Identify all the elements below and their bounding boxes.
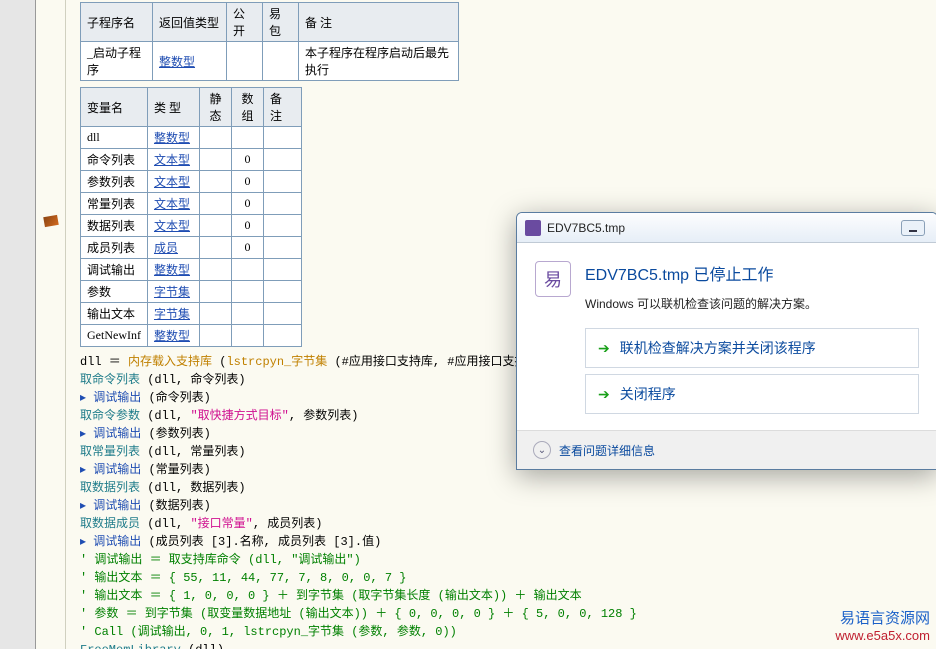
marker-gutter (36, 0, 66, 649)
table-row[interactable]: 常量列表文本型0 (81, 193, 302, 215)
col-static: 静态 (199, 88, 231, 127)
dialog-message: Windows 可以联机检查该问题的解决方案。 (585, 295, 919, 312)
option-close-program[interactable]: ➔ 关闭程序 (585, 374, 919, 414)
table-row[interactable]: dll整数型 (81, 127, 302, 149)
col-return-type: 返回值类型 (153, 3, 227, 42)
col-remark: 备 注 (299, 3, 459, 42)
table-row[interactable]: 成员列表成员0 (81, 237, 302, 259)
dialog-footer[interactable]: ⌄ 查看问题详细信息 (517, 430, 936, 469)
arrow-right-icon: ➔ (598, 386, 610, 403)
breakpoint-indicator[interactable] (43, 215, 59, 227)
col-remark: 备 注 (263, 88, 301, 127)
view-details-link[interactable]: 查看问题详细信息 (559, 442, 655, 459)
arrow-right-icon: ➔ (598, 340, 610, 357)
subroutine-table[interactable]: 子程序名 返回值类型 公开 易包 备 注 _启动子程序 整数型 本子程序在程序启… (80, 2, 459, 81)
fold-arrow-icon[interactable]: ▸ (80, 463, 93, 477)
dialog-titlebar[interactable]: EDV7BC5.tmp (517, 213, 936, 243)
fold-arrow-icon[interactable]: ▸ (80, 499, 93, 513)
table-row[interactable]: 参数列表文本型0 (81, 171, 302, 193)
fold-arrow-icon[interactable]: ▸ (80, 427, 93, 441)
dialog-title: EDV7BC5.tmp (547, 221, 901, 235)
table-row[interactable]: 命令列表文本型0 (81, 149, 302, 171)
col-var-name: 变量名 (81, 88, 148, 127)
program-icon: 易 (535, 261, 571, 297)
option-check-online[interactable]: ➔ 联机检查解决方案并关闭该程序 (585, 328, 919, 368)
watermark: 易语言资源网 www.e5a5x.com (835, 607, 930, 643)
col-sub-name: 子程序名 (81, 3, 153, 42)
table-row[interactable]: 参数字节集 (81, 281, 302, 303)
table-row[interactable]: 输出文本字节集 (81, 303, 302, 325)
fold-arrow-icon[interactable]: ▸ (80, 535, 93, 549)
table-row[interactable]: GetNewInf整数型 (81, 325, 302, 347)
variable-table[interactable]: 变量名 类 型 静态 数组 备 注 dll整数型 命令列表文本型0 参数列表文本… (80, 87, 302, 347)
chevron-down-icon[interactable]: ⌄ (533, 441, 551, 459)
dialog-heading: EDV7BC5.tmp 已停止工作 (585, 261, 919, 285)
minimize-button[interactable] (901, 220, 925, 236)
crash-dialog: EDV7BC5.tmp 易 EDV7BC5.tmp 已停止工作 Windows … (516, 212, 936, 470)
table-row[interactable]: _启动子程序 整数型 本子程序在程序启动后最先执行 (81, 42, 459, 81)
left-gutter (0, 0, 36, 649)
col-epack: 易包 (263, 3, 299, 42)
col-type: 类 型 (147, 88, 199, 127)
col-public: 公开 (227, 3, 263, 42)
fold-arrow-icon[interactable]: ▸ (80, 391, 93, 405)
col-array: 数组 (231, 88, 263, 127)
app-icon (525, 220, 541, 236)
table-row[interactable]: 调试输出整数型 (81, 259, 302, 281)
table-row[interactable]: 数据列表文本型0 (81, 215, 302, 237)
